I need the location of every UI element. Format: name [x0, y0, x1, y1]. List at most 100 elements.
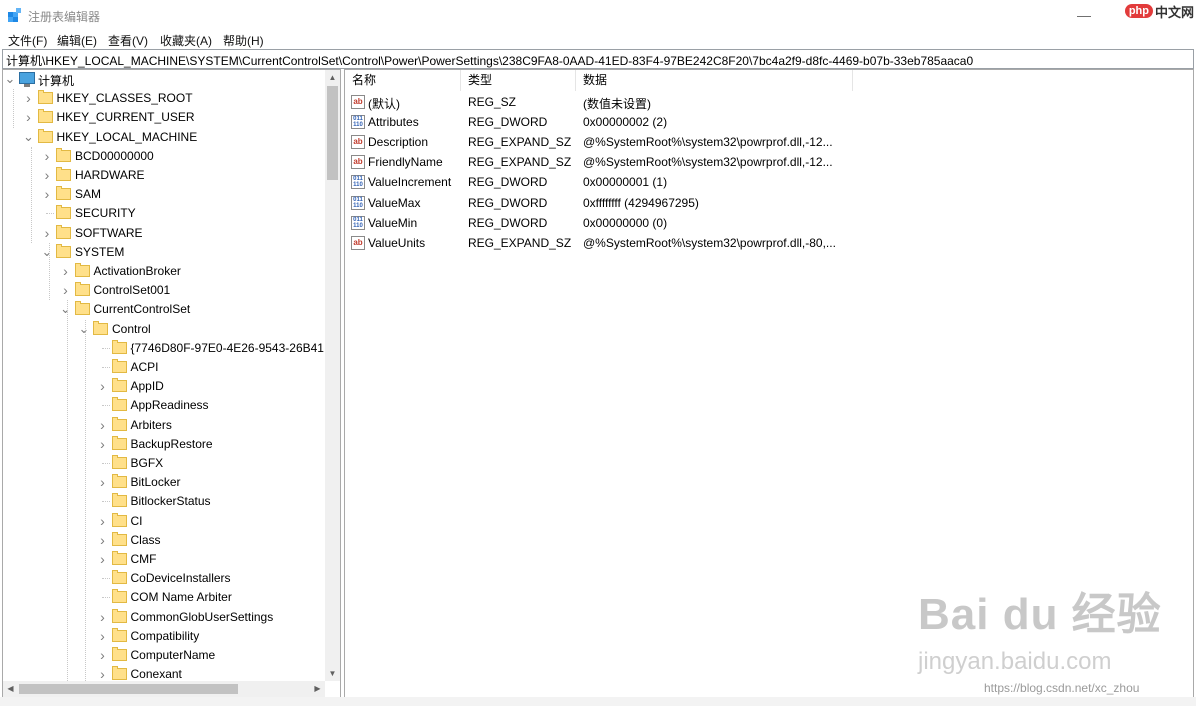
menu-help[interactable]: 帮助(H) [223, 32, 264, 49]
dword-value-icon: 011 110 [351, 195, 365, 210]
folder-icon [93, 320, 108, 335]
value-name: ValueMax [368, 195, 421, 210]
value-row[interactable]: ab Description REG_EXPAND_SZ @%SystemRoot%\… [345, 132, 1193, 152]
expand-chevron-icon[interactable]: › [60, 262, 72, 280]
key-tree-pane[interactable]: ⌄ 计算机 › HKEY_CLASSES_ROOT › HKEY_CURRENT_USER… [2, 69, 341, 698]
value-row[interactable]: 011 110 ValueMax REG_DWORD 0xffffffff (42949… [345, 193, 1193, 213]
tree-item[interactable]: › CI [3, 512, 325, 530]
tree-scroll-thumb[interactable] [327, 86, 338, 180]
value-row[interactable]: 011 110 ValueIncrement REG_DWORD 0x00000001 … [345, 172, 1193, 192]
tree-item[interactable]: › AppID [3, 377, 325, 395]
column-header-name[interactable]: 名称 [345, 70, 461, 91]
tree-hscroll-thumb[interactable] [19, 684, 238, 694]
menu-file[interactable]: 文件(F) [8, 32, 47, 49]
value-name: ValueMin [368, 215, 418, 230]
tree-item[interactable]: ⌄ SYSTEM [3, 243, 325, 261]
scroll-up-arrow-icon[interactable]: ▲ [325, 70, 340, 85]
expand-chevron-icon[interactable]: › [23, 89, 35, 107]
dword-value-icon: 011 110 [351, 175, 365, 190]
expand-chevron-icon[interactable]: › [23, 108, 35, 126]
tree-item[interactable]: › ComputerName [3, 646, 325, 664]
collapse-chevron-icon[interactable]: ⌄ [23, 128, 35, 146]
tree-item[interactable]: SECURITY [3, 204, 325, 222]
value-row[interactable]: ab (默认) REG_SZ (数值未设置) [345, 92, 1193, 112]
value-row[interactable]: ab ValueUnits REG_EXPAND_SZ @%SystemRoot%\s… [345, 233, 1193, 253]
collapse-chevron-icon[interactable]: ⌄ [78, 320, 90, 338]
expand-chevron-icon[interactable]: › [97, 377, 109, 395]
expand-chevron-icon[interactable]: › [97, 435, 109, 453]
menu-view[interactable]: 查看(V) [108, 32, 148, 49]
expand-chevron-icon[interactable]: › [41, 224, 53, 242]
tree-item[interactable]: › ActivationBroker [3, 262, 325, 280]
tree-item[interactable]: ⌄ Control [3, 320, 325, 338]
tree-item-label: BitlockerStatus [130, 494, 211, 509]
expand-chevron-icon[interactable]: › [97, 608, 109, 626]
scroll-down-arrow-icon[interactable]: ▼ [325, 666, 340, 681]
folder-icon [111, 666, 127, 681]
expand-chevron-icon[interactable]: › [97, 416, 109, 434]
expand-chevron-icon[interactable]: › [60, 281, 72, 299]
column-header-type[interactable]: 类型 [461, 70, 576, 91]
tree-item[interactable]: COM Name Arbiter [3, 588, 325, 606]
tree-item[interactable]: › Class [3, 531, 325, 549]
expand-chevron-icon[interactable]: › [97, 627, 109, 645]
tree-item[interactable]: › BackupRestore [3, 435, 325, 453]
string-value-icon: ab [351, 235, 365, 250]
tree-item[interactable]: › Arbiters [3, 416, 325, 434]
folder-icon [56, 205, 71, 220]
tree-item[interactable]: › HKEY_CURRENT_USER [3, 108, 325, 126]
tree-vertical-scrollbar[interactable]: ▲ ▼ [325, 70, 340, 681]
tree-item[interactable]: AppReadiness [3, 396, 325, 414]
tree-item[interactable]: CoDeviceInstallers [3, 569, 325, 587]
folder-icon [111, 435, 127, 450]
collapse-chevron-icon[interactable]: ⌄ [4, 70, 16, 88]
tree-item[interactable]: › SAM [3, 185, 325, 203]
tree-horizontal-scrollbar[interactable]: ◀ ▶ [3, 681, 325, 697]
tree-item[interactable]: › Compatibility [3, 627, 325, 645]
tree-item[interactable]: ACPI [3, 358, 325, 376]
tree-item[interactable]: › BitLocker [3, 473, 325, 491]
folder-icon [111, 531, 127, 546]
value-row[interactable]: ab FriendlyName REG_EXPAND_SZ @%SystemRoot%… [345, 152, 1193, 172]
menu-favorites[interactable]: 收藏夹(A) [160, 32, 212, 49]
tree-item[interactable]: › BCD00000000 [3, 147, 325, 165]
expand-chevron-icon[interactable]: › [41, 166, 53, 184]
tree-item[interactable]: › HARDWARE [3, 166, 325, 184]
tree-item[interactable]: ⌄ CurrentControlSet [3, 300, 325, 318]
expand-chevron-icon[interactable]: › [97, 531, 109, 549]
address-bar[interactable]: 计算机\HKEY_LOCAL_MACHINE\SYSTEM\CurrentCon… [2, 49, 1194, 69]
expand-chevron-icon[interactable]: › [97, 512, 109, 530]
value-data: 0x00000000 (0) [583, 215, 668, 230]
value-name: ValueIncrement [368, 175, 452, 190]
collapse-chevron-icon[interactable]: ⌄ [60, 300, 72, 318]
tree-item[interactable]: {7746D80F-97E0-4E26-9543-26B41 [3, 339, 325, 357]
expand-chevron-icon[interactable]: › [41, 147, 53, 165]
tree-item[interactable]: › SOFTWARE [3, 224, 325, 242]
value-type: REG_DWORD [468, 215, 548, 230]
tree-item[interactable]: BitlockerStatus [3, 492, 325, 510]
tree-item[interactable]: › HKEY_CLASSES_ROOT [3, 89, 325, 107]
tree-item[interactable]: BGFX [3, 454, 325, 472]
scroll-right-arrow-icon[interactable]: ▶ [310, 681, 325, 697]
folder-icon [111, 570, 127, 585]
expand-chevron-icon[interactable]: › [97, 473, 109, 491]
tree-item[interactable]: ⌄ 计算机 [3, 70, 325, 88]
column-header-data[interactable]: 数据 [576, 70, 853, 91]
expand-chevron-icon[interactable]: › [41, 185, 53, 203]
scroll-left-arrow-icon[interactable]: ◀ [3, 681, 18, 697]
minimize-button[interactable]: — [1064, 4, 1104, 26]
menu-edit[interactable]: 编辑(E) [57, 32, 97, 49]
tree-item[interactable]: › CommonGlobUserSettings [3, 608, 325, 626]
expand-chevron-icon[interactable]: › [97, 550, 109, 568]
tree-item[interactable]: ⌄ HKEY_LOCAL_MACHINE [3, 128, 325, 146]
tree-item-label: CI [130, 513, 143, 528]
folder-icon [56, 167, 71, 181]
value-name: Description [368, 135, 429, 150]
tree-item[interactable]: › CMF [3, 550, 325, 568]
collapse-chevron-icon[interactable]: ⌄ [41, 243, 53, 261]
expand-chevron-icon[interactable]: › [97, 646, 109, 664]
value-data: @%SystemRoot%\system32\powrprof.dll,-80,… [583, 235, 836, 250]
value-row[interactable]: 011 110 ValueMin REG_DWORD 0x00000000 (0) [345, 213, 1193, 233]
value-row[interactable]: 011 110 Attributes REG_DWORD 0x00000002 (2) [345, 112, 1193, 132]
tree-item[interactable]: › ControlSet001 [3, 281, 325, 299]
